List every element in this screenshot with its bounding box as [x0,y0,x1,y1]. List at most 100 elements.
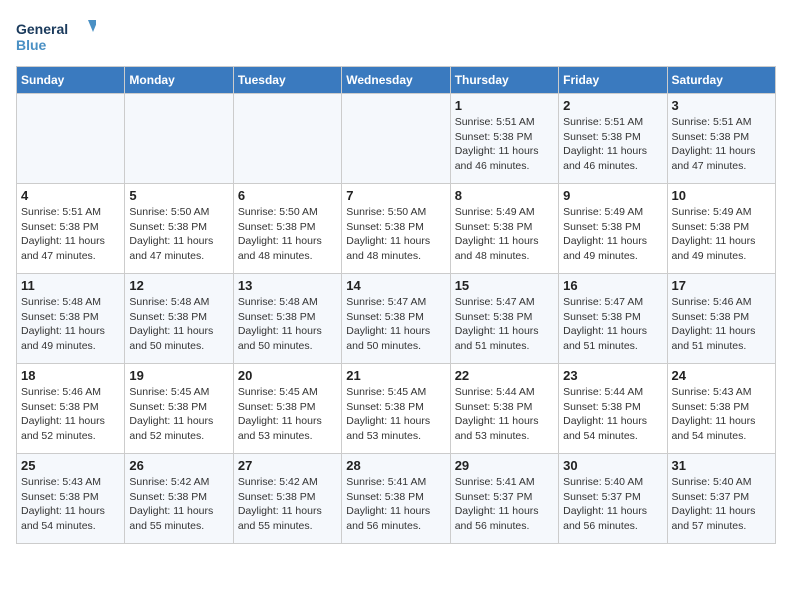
day-info: Sunrise: 5:49 AM Sunset: 5:38 PM Dayligh… [672,205,771,264]
day-number: 16 [563,278,662,293]
day-info: Sunrise: 5:47 AM Sunset: 5:38 PM Dayligh… [455,295,554,354]
calendar-cell: 30 Sunrise: 5:40 AM Sunset: 5:37 PM Dayli… [559,454,667,544]
day-info: Sunrise: 5:47 AM Sunset: 5:38 PM Dayligh… [346,295,445,354]
day-number: 4 [21,188,120,203]
calendar-cell: 19Sunrise: 5:45 AM Sunset: 5:38 PM Dayli… [125,364,233,454]
day-number: 31 [672,458,771,473]
day-number: 30 [563,458,662,473]
calendar-cell: 26Sunrise: 5:42 AM Sunset: 5:38 PM Dayli… [125,454,233,544]
day-number: 7 [346,188,445,203]
svg-text:General: General [16,21,68,37]
day-info: Sunrise: 5:43 AM Sunset: 5:38 PM Dayligh… [672,385,771,444]
calendar-cell [125,94,233,184]
day-number: 24 [672,368,771,383]
day-info: Sunrise: 5:50 AM Sunset: 5:38 PM Dayligh… [346,205,445,264]
calendar-cell: 6 Sunrise: 5:50 AM Sunset: 5:38 PM Daylig… [233,184,341,274]
day-info: Sunrise: 5:44 AM Sunset: 5:38 PM Dayligh… [455,385,554,444]
day-info: Sunrise: 5:51 AM Sunset: 5:38 PM Dayligh… [563,115,662,174]
day-number: 19 [129,368,228,383]
day-number: 2 [563,98,662,113]
day-info: Sunrise: 5:41 AM Sunset: 5:38 PM Dayligh… [346,475,445,534]
calendar-cell: 24 Sunrise: 5:43 AM Sunset: 5:38 PM Dayli… [667,364,775,454]
calendar-cell: 13 Sunrise: 5:48 AM Sunset: 5:38 PM Dayli… [233,274,341,364]
header-day-saturday: Saturday [667,67,775,94]
day-number: 17 [672,278,771,293]
calendar-cell: 10 Sunrise: 5:49 AM Sunset: 5:38 PM Dayli… [667,184,775,274]
calendar-cell: 4 Sunrise: 5:51 AM Sunset: 5:38 PM Daylig… [17,184,125,274]
calendar-cell: 23 Sunrise: 5:44 AM Sunset: 5:38 PM Dayli… [559,364,667,454]
day-info: Sunrise: 5:42 AM Sunset: 5:38 PM Dayligh… [238,475,337,534]
svg-text:Blue: Blue [16,37,47,53]
calendar-cell: 8 Sunrise: 5:49 AM Sunset: 5:38 PM Daylig… [450,184,558,274]
day-number: 20 [238,368,337,383]
day-info: Sunrise: 5:48 AM Sunset: 5:38 PM Dayligh… [21,295,120,354]
calendar-cell: 2 Sunrise: 5:51 AM Sunset: 5:38 PM Daylig… [559,94,667,184]
page-header: General Blue [16,16,776,56]
day-number: 9 [563,188,662,203]
day-info: Sunrise: 5:51 AM Sunset: 5:38 PM Dayligh… [672,115,771,174]
day-number: 6 [238,188,337,203]
calendar-week-row: 11 Sunrise: 5:48 AM Sunset: 5:38 PM Dayli… [17,274,776,364]
header-row: SundayMondayTuesdayWednesdayThursdayFrid… [17,67,776,94]
calendar-table: SundayMondayTuesdayWednesdayThursdayFrid… [16,66,776,544]
day-info: Sunrise: 5:47 AM Sunset: 5:38 PM Dayligh… [563,295,662,354]
calendar-cell [233,94,341,184]
day-number: 8 [455,188,554,203]
day-number: 11 [21,278,120,293]
day-number: 13 [238,278,337,293]
calendar-cell: 17Sunrise: 5:46 AM Sunset: 5:38 PM Dayli… [667,274,775,364]
day-number: 18 [21,368,120,383]
calendar-cell: 31 Sunrise: 5:40 AM Sunset: 5:37 PM Dayli… [667,454,775,544]
logo: General Blue [16,16,96,56]
day-info: Sunrise: 5:50 AM Sunset: 5:38 PM Dayligh… [238,205,337,264]
day-number: 15 [455,278,554,293]
calendar-cell: 14Sunrise: 5:47 AM Sunset: 5:38 PM Dayli… [342,274,450,364]
calendar-cell [342,94,450,184]
calendar-cell: 7 Sunrise: 5:50 AM Sunset: 5:38 PM Daylig… [342,184,450,274]
header-day-friday: Friday [559,67,667,94]
calendar-cell: 11 Sunrise: 5:48 AM Sunset: 5:38 PM Dayli… [17,274,125,364]
day-info: Sunrise: 5:40 AM Sunset: 5:37 PM Dayligh… [563,475,662,534]
calendar-cell: 1 Sunrise: 5:51 AM Sunset: 5:38 PM Daylig… [450,94,558,184]
calendar-cell: 16 Sunrise: 5:47 AM Sunset: 5:38 PM Dayli… [559,274,667,364]
day-info: Sunrise: 5:48 AM Sunset: 5:38 PM Dayligh… [238,295,337,354]
calendar-week-row: 25 Sunrise: 5:43 AM Sunset: 5:38 PM Dayli… [17,454,776,544]
day-number: 10 [672,188,771,203]
day-number: 12 [129,278,228,293]
day-info: Sunrise: 5:48 AM Sunset: 5:38 PM Dayligh… [129,295,228,354]
calendar-cell [17,94,125,184]
calendar-cell: 12 Sunrise: 5:48 AM Sunset: 5:38 PM Dayli… [125,274,233,364]
day-number: 23 [563,368,662,383]
day-info: Sunrise: 5:45 AM Sunset: 5:38 PM Dayligh… [346,385,445,444]
day-number: 25 [21,458,120,473]
day-info: Sunrise: 5:43 AM Sunset: 5:38 PM Dayligh… [21,475,120,534]
calendar-cell: 18 Sunrise: 5:46 AM Sunset: 5:38 PM Dayli… [17,364,125,454]
calendar-week-row: 1 Sunrise: 5:51 AM Sunset: 5:38 PM Daylig… [17,94,776,184]
day-info: Sunrise: 5:51 AM Sunset: 5:38 PM Dayligh… [455,115,554,174]
day-number: 1 [455,98,554,113]
day-info: Sunrise: 5:44 AM Sunset: 5:38 PM Dayligh… [563,385,662,444]
day-info: Sunrise: 5:46 AM Sunset: 5:38 PM Dayligh… [21,385,120,444]
day-number: 29 [455,458,554,473]
calendar-header: SundayMondayTuesdayWednesdayThursdayFrid… [17,67,776,94]
day-info: Sunrise: 5:49 AM Sunset: 5:38 PM Dayligh… [455,205,554,264]
day-info: Sunrise: 5:51 AM Sunset: 5:38 PM Dayligh… [21,205,120,264]
day-info: Sunrise: 5:45 AM Sunset: 5:38 PM Dayligh… [238,385,337,444]
day-number: 21 [346,368,445,383]
day-number: 3 [672,98,771,113]
day-info: Sunrise: 5:40 AM Sunset: 5:37 PM Dayligh… [672,475,771,534]
calendar-cell: 28Sunrise: 5:41 AM Sunset: 5:38 PM Dayli… [342,454,450,544]
header-day-thursday: Thursday [450,67,558,94]
header-day-monday: Monday [125,67,233,94]
calendar-cell: 3 Sunrise: 5:51 AM Sunset: 5:38 PM Daylig… [667,94,775,184]
header-day-tuesday: Tuesday [233,67,341,94]
calendar-cell: 29 Sunrise: 5:41 AM Sunset: 5:37 PM Dayli… [450,454,558,544]
day-info: Sunrise: 5:42 AM Sunset: 5:38 PM Dayligh… [129,475,228,534]
day-number: 22 [455,368,554,383]
calendar-cell: 9Sunrise: 5:49 AM Sunset: 5:38 PM Daylig… [559,184,667,274]
calendar-cell: 21 Sunrise: 5:45 AM Sunset: 5:38 PM Dayli… [342,364,450,454]
day-info: Sunrise: 5:41 AM Sunset: 5:37 PM Dayligh… [455,475,554,534]
header-day-sunday: Sunday [17,67,125,94]
calendar-cell: 20 Sunrise: 5:45 AM Sunset: 5:38 PM Dayli… [233,364,341,454]
calendar-body: 1 Sunrise: 5:51 AM Sunset: 5:38 PM Daylig… [17,94,776,544]
